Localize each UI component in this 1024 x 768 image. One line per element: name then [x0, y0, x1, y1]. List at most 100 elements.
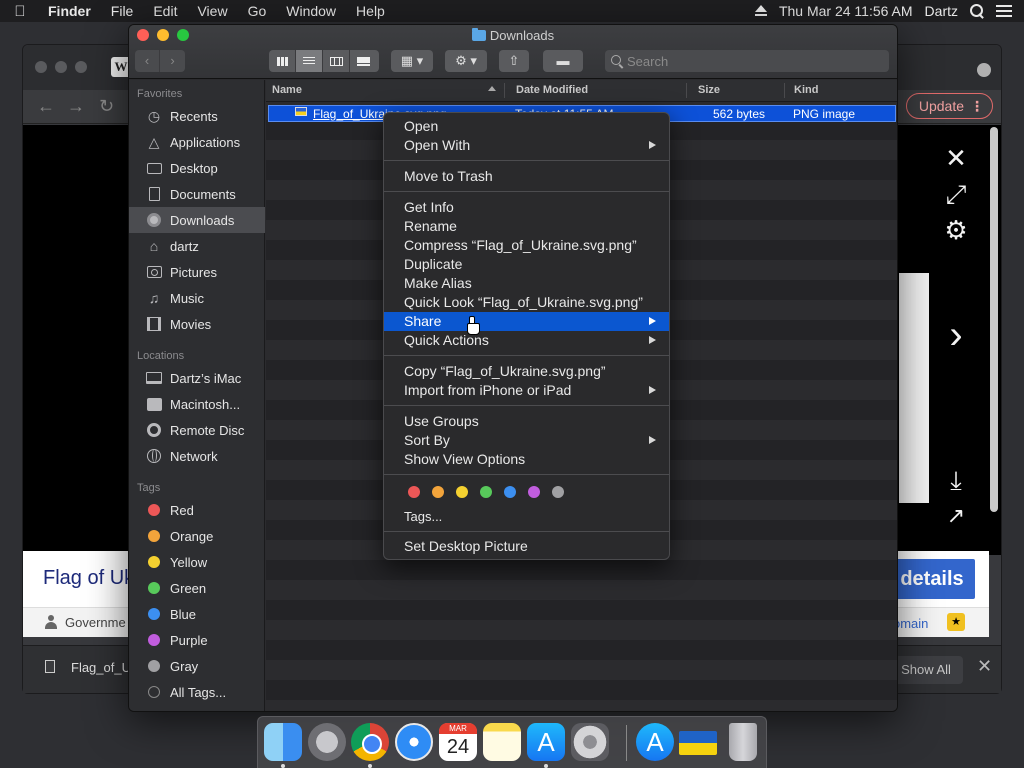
- menubar-clock[interactable]: Thu Mar 24 11:56 AM: [779, 3, 913, 19]
- back-arrow-icon[interactable]: ←: [37, 96, 55, 117]
- menu-item-set-desktop-picture[interactable]: Set Desktop Picture: [384, 537, 669, 556]
- dock-system-preferences-icon[interactable]: [571, 723, 609, 761]
- sidebar-item-downloads[interactable]: Downloads: [129, 207, 265, 233]
- menu-item-open[interactable]: Open: [384, 117, 669, 136]
- sidebar-tag-red[interactable]: Red: [129, 497, 265, 523]
- menu-item-quick-actions[interactable]: Quick Actions: [384, 331, 669, 350]
- dock-safari-icon[interactable]: [395, 723, 433, 761]
- sidebar-item-network[interactable]: Network: [129, 443, 265, 469]
- browser-window-controls[interactable]: [35, 61, 87, 73]
- tab-search-icon[interactable]: [977, 63, 991, 77]
- menu-go[interactable]: Go: [238, 3, 277, 19]
- menu-item-open-with[interactable]: Open With: [384, 136, 669, 155]
- sidebar-item-applications[interactable]: △ Applications: [129, 129, 265, 155]
- sidebar-item-home[interactable]: ⌂ dartz: [129, 233, 265, 259]
- tags-button[interactable]: ▬: [543, 50, 583, 72]
- sidebar-all-tags[interactable]: All Tags...: [129, 679, 265, 705]
- dock-flag-image-icon[interactable]: [679, 731, 717, 755]
- more-details-button[interactable]: details: [889, 559, 975, 599]
- next-arrow-icon[interactable]: ›: [941, 313, 971, 358]
- menu-item-sort-by[interactable]: Sort By: [384, 431, 669, 450]
- icon-view-button[interactable]: [269, 50, 296, 72]
- dock-notes-icon[interactable]: [483, 723, 521, 761]
- menu-item-move-to-trash[interactable]: Move to Trash: [384, 167, 669, 186]
- share-icon[interactable]: ↗: [941, 503, 971, 529]
- menu-help[interactable]: Help: [346, 3, 395, 19]
- sidebar-item-macintosh-hd[interactable]: Macintosh...: [129, 391, 265, 417]
- dock-chrome-icon[interactable]: [351, 723, 389, 761]
- eject-icon[interactable]: [754, 5, 767, 17]
- close-icon[interactable]: ✕: [941, 143, 971, 174]
- gear-icon[interactable]: ⚙: [941, 215, 971, 246]
- sidebar-tag-blue[interactable]: Blue: [129, 601, 265, 627]
- menu-item-quick-look[interactable]: Quick Look “Flag_of_Ukraine.svg.png”: [384, 293, 669, 312]
- menubar-user[interactable]: Dartz: [925, 3, 958, 19]
- sidebar-item-movies[interactable]: Movies: [129, 311, 265, 337]
- menu-item-use-groups[interactable]: Use Groups: [384, 412, 669, 431]
- kind-column-header[interactable]: Kind: [794, 84, 818, 96]
- sidebar-item-recents[interactable]: ◷ Recents: [129, 103, 265, 129]
- menu-file[interactable]: File: [101, 3, 144, 19]
- close-download-bar-icon[interactable]: ✕: [977, 656, 992, 677]
- dock-applications-folder-icon[interactable]: A: [636, 723, 674, 761]
- orange-tag-dot[interactable]: [432, 486, 444, 498]
- menu-item-share[interactable]: Share: [384, 312, 669, 331]
- forward-arrow-icon[interactable]: →: [67, 96, 85, 117]
- gray-tag-dot[interactable]: [552, 486, 564, 498]
- menu-edit[interactable]: Edit: [143, 3, 187, 19]
- spotlight-search-icon[interactable]: [970, 4, 984, 18]
- download-icon[interactable]: ⤓: [941, 465, 971, 497]
- dock-calendar-icon[interactable]: MAR 24: [439, 723, 477, 761]
- back-button[interactable]: ‹: [135, 50, 161, 72]
- blue-tag-dot[interactable]: [504, 486, 516, 498]
- notification-center-icon[interactable]: [996, 5, 1012, 17]
- sidebar-tag-gray[interactable]: Gray: [129, 653, 265, 679]
- share-button[interactable]: ⇧: [499, 50, 529, 72]
- license-link[interactable]: omain: [893, 616, 928, 631]
- scrollbar[interactable]: [990, 127, 998, 512]
- group-button[interactable]: ▦ ▾: [391, 50, 433, 72]
- sidebar-item-documents[interactable]: Documents: [129, 181, 265, 207]
- sidebar-tag-purple[interactable]: Purple: [129, 627, 265, 653]
- menu-item-show-view-options[interactable]: Show View Options: [384, 450, 669, 469]
- menu-item-rename[interactable]: Rename: [384, 217, 669, 236]
- sidebar-item-music[interactable]: ♫ Music: [129, 285, 265, 311]
- more-menu-icon[interactable]: ⋮: [970, 94, 984, 118]
- column-view-button[interactable]: [323, 50, 350, 72]
- yellow-tag-dot[interactable]: [456, 486, 468, 498]
- menu-item-copy[interactable]: Copy “Flag_of_Ukraine.svg.png”: [384, 362, 669, 381]
- menu-item-tags[interactable]: Tags...: [384, 507, 669, 526]
- forward-button[interactable]: ›: [160, 50, 185, 72]
- menu-item-compress[interactable]: Compress “Flag_of_Ukraine.svg.png”: [384, 236, 669, 255]
- sidebar-item-imac[interactable]: Dartz’s iMac: [129, 365, 265, 391]
- sidebar-tag-green[interactable]: Green: [129, 575, 265, 601]
- date-column-header[interactable]: Date Modified: [516, 84, 588, 96]
- sidebar-item-pictures[interactable]: Pictures: [129, 259, 265, 285]
- dock-app-store-icon[interactable]: A: [527, 723, 565, 761]
- menu-finder[interactable]: Finder: [40, 3, 101, 19]
- purple-tag-dot[interactable]: [528, 486, 540, 498]
- show-all-button[interactable]: Show All: [889, 656, 963, 684]
- update-button[interactable]: Update ⋮: [905, 93, 993, 119]
- dock-launchpad-icon[interactable]: [308, 723, 346, 761]
- search-input[interactable]: [627, 52, 877, 70]
- menu-item-get-info[interactable]: Get Info: [384, 198, 669, 217]
- expand-icon[interactable]: ⤢: [941, 179, 971, 211]
- reload-icon[interactable]: ↻: [99, 96, 114, 117]
- sidebar-item-remote-disc[interactable]: Remote Disc: [129, 417, 265, 443]
- menu-view[interactable]: View: [187, 3, 237, 19]
- menu-window[interactable]: Window: [276, 3, 346, 19]
- action-button[interactable]: ⚙ ▾: [445, 50, 487, 72]
- menu-item-import-from-iphone[interactable]: Import from iPhone or iPad: [384, 381, 669, 400]
- name-column-header[interactable]: Name: [272, 84, 302, 96]
- gallery-view-button[interactable]: [350, 50, 377, 72]
- red-tag-dot[interactable]: [408, 486, 420, 498]
- apple-menu-icon[interactable]: : [0, 3, 40, 20]
- menu-item-make-alias[interactable]: Make Alias: [384, 274, 669, 293]
- green-tag-dot[interactable]: [480, 486, 492, 498]
- sidebar-item-desktop[interactable]: Desktop: [129, 155, 265, 181]
- list-view-button[interactable]: [296, 50, 323, 72]
- menu-item-duplicate[interactable]: Duplicate: [384, 255, 669, 274]
- dock-trash-icon[interactable]: [729, 723, 757, 761]
- size-column-header[interactable]: Size: [698, 84, 720, 96]
